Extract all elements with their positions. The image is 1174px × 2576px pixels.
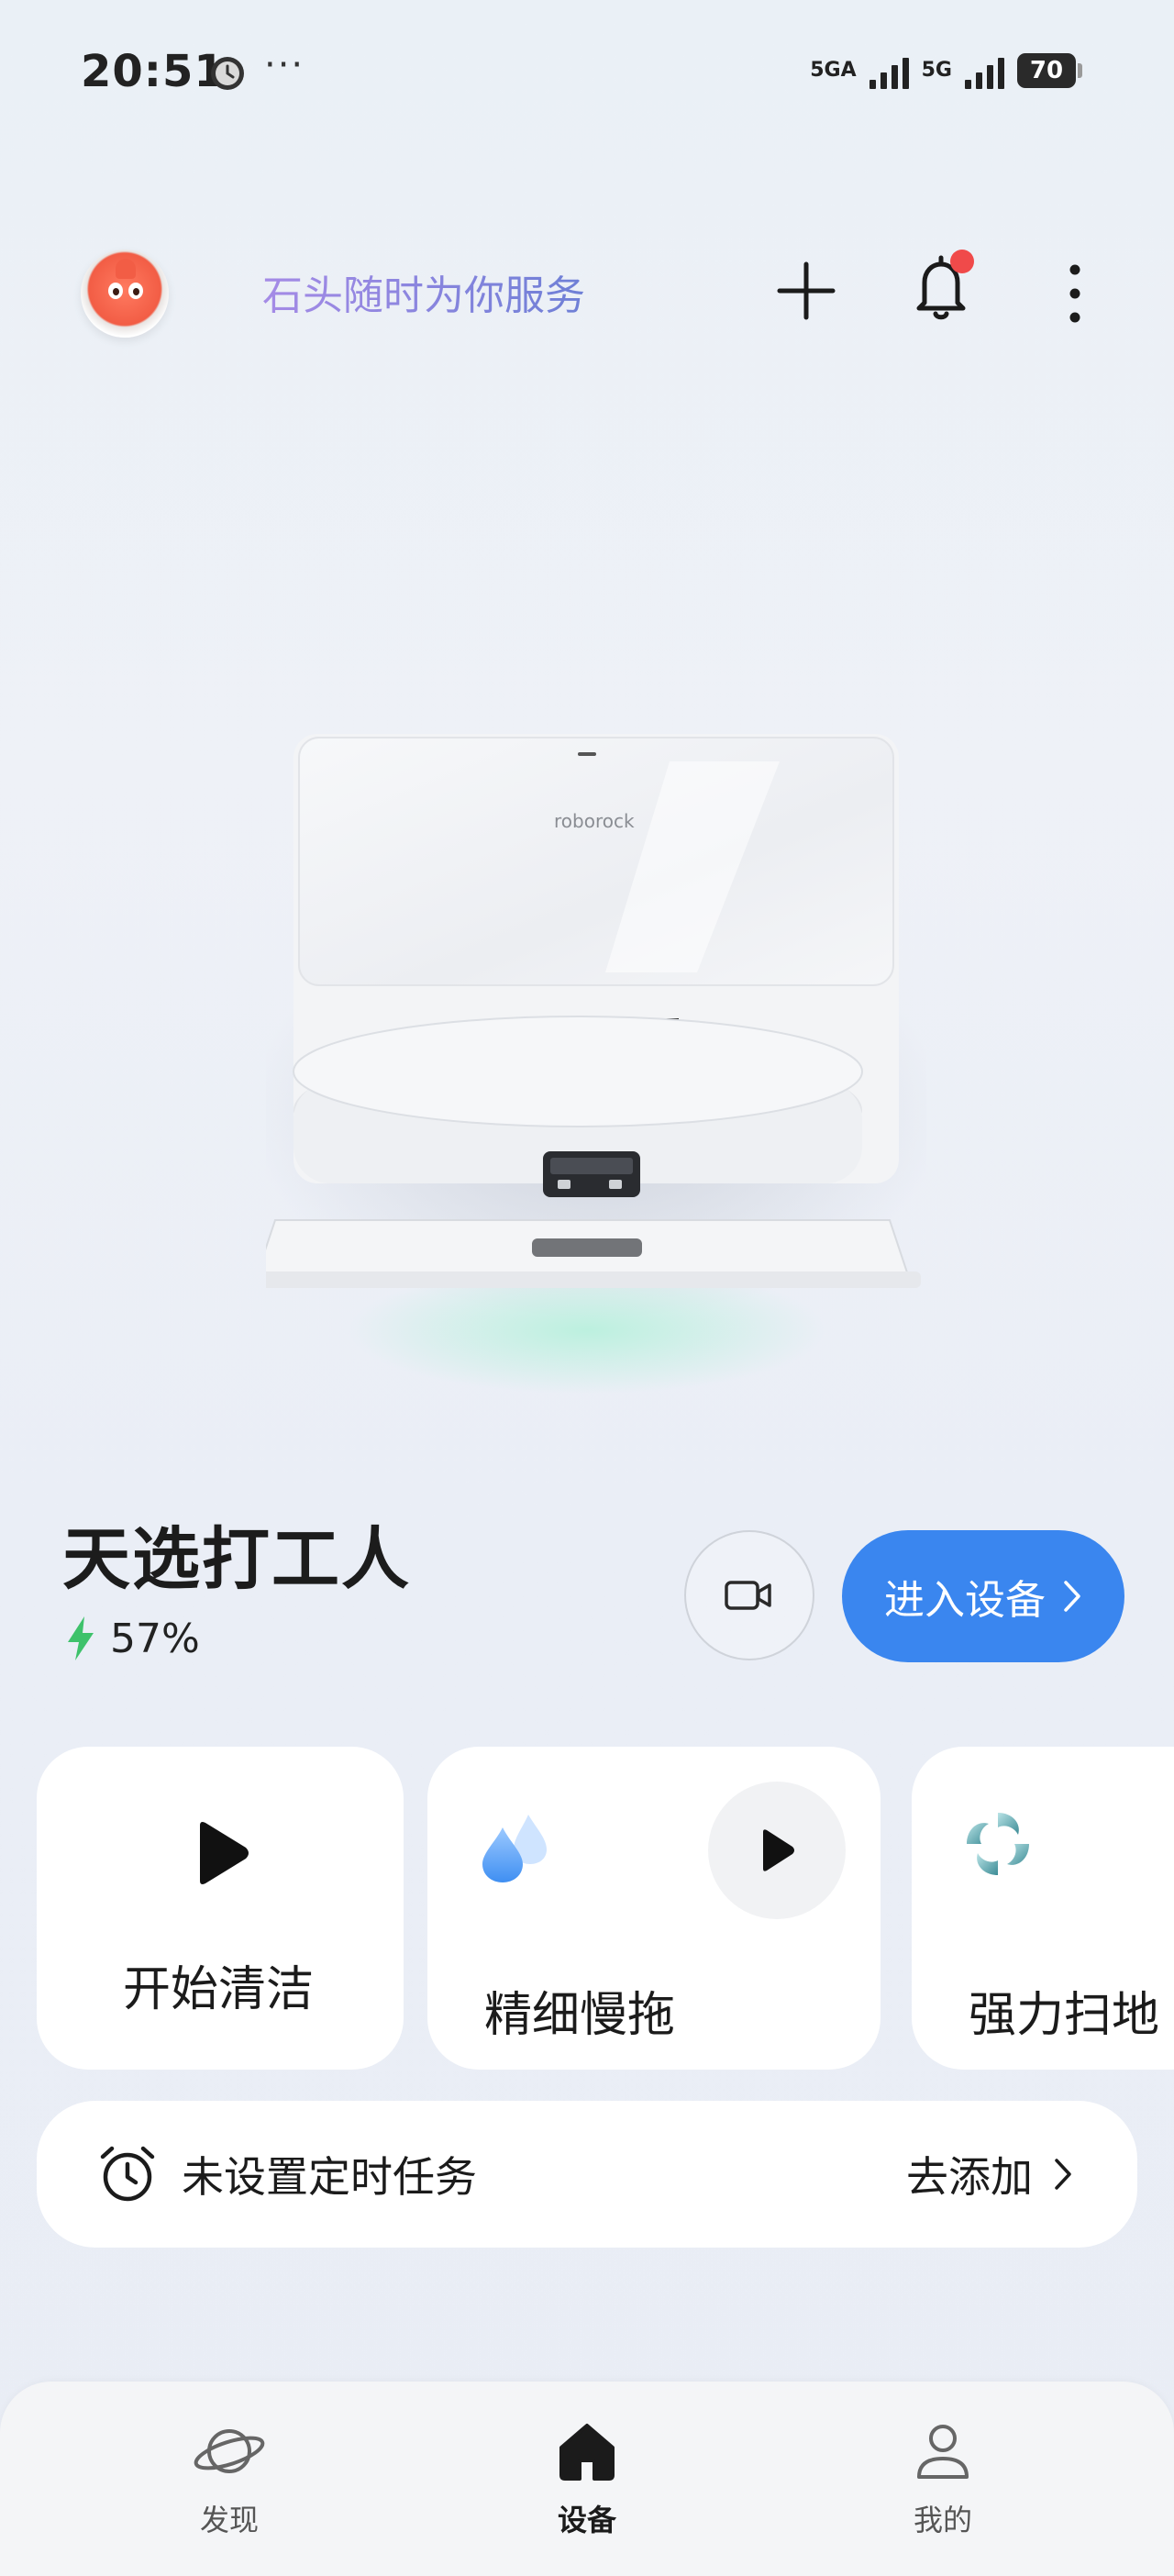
avatar[interactable] (81, 250, 169, 338)
alarm-clock-icon (100, 2146, 155, 2202)
mode-card-strong-sweep[interactable]: 强力扫地 (912, 1747, 1174, 2070)
mode-card-fine-mop[interactable]: 精细慢拖 (427, 1747, 880, 2070)
notification-dot (950, 250, 974, 273)
nav-profile[interactable]: 我的 (851, 2418, 1035, 2539)
add-device-button[interactable] (772, 257, 840, 325)
nav-label: 我的 (913, 2503, 972, 2537)
plus-icon (777, 261, 836, 320)
svg-text:roborock: roborock (554, 810, 635, 832)
chevron-right-icon (1064, 1581, 1080, 1612)
device-battery: 57% (64, 1615, 200, 1662)
signal-icon-2 (965, 52, 1004, 89)
chevron-right-icon (1055, 2159, 1071, 2190)
enter-device-button[interactable]: 进入设备 (842, 1530, 1124, 1662)
home-icon (559, 2424, 615, 2481)
add-schedule-label: 去添加 (906, 2152, 1033, 2202)
greeting-text[interactable]: 石头随时为你服务 (262, 262, 585, 321)
user-icon (917, 2425, 969, 2479)
mode-label: 强力扫地 (969, 1988, 1160, 2043)
planet-icon (194, 2429, 265, 2473)
status-indicators: 5GA 5G 70 (810, 48, 1082, 94)
battery-icon: 70 (1017, 53, 1082, 88)
swirl-icon (967, 1813, 1029, 1875)
clock-status-icon (209, 55, 246, 92)
play-icon (200, 1822, 249, 1884)
nav-label: 设备 (557, 2503, 616, 2537)
status-time: 20:51 (81, 46, 226, 97)
status-more-dots: ··· (264, 44, 305, 86)
nav-devices[interactable]: 设备 (495, 2418, 679, 2539)
enter-device-label: 进入设备 (884, 1577, 1046, 1624)
video-camera-icon (725, 1581, 771, 1610)
bottom-navigation: 发现 设备 我的 (0, 2382, 1174, 2576)
mode-label: 开始清洁 (123, 1962, 315, 2017)
battery-level: 70 (1017, 53, 1076, 88)
schedule-status: 未设置定时任务 (182, 2152, 477, 2202)
fine-mop-play-button[interactable] (708, 1782, 846, 1919)
mode-label: 精细慢拖 (484, 1988, 676, 2043)
nav-label: 发现 (199, 2503, 259, 2537)
more-vertical-icon (1069, 264, 1080, 323)
signal-icon (869, 52, 909, 89)
network-label-5ga: 5GA (810, 59, 857, 82)
device-name: 天选打工人 (62, 1520, 411, 1599)
add-schedule-link[interactable]: 去添加 (906, 2144, 1073, 2204)
video-button[interactable] (684, 1530, 814, 1660)
nav-discover[interactable]: 发现 (138, 2418, 321, 2539)
device-image[interactable]: roborock (248, 725, 945, 1404)
more-menu-button[interactable] (1055, 257, 1095, 330)
water-drops-icon (482, 1815, 547, 1882)
battery-percentage: 57% (110, 1615, 200, 1662)
network-label-5g: 5G (921, 59, 952, 82)
mode-card-start-clean[interactable]: 开始清洁 (37, 1747, 404, 2070)
notification-button[interactable] (906, 250, 980, 327)
play-icon (763, 1829, 794, 1871)
lightning-icon (68, 1616, 94, 1660)
schedule-row[interactable]: 未设置定时任务 去添加 (37, 2101, 1137, 2248)
